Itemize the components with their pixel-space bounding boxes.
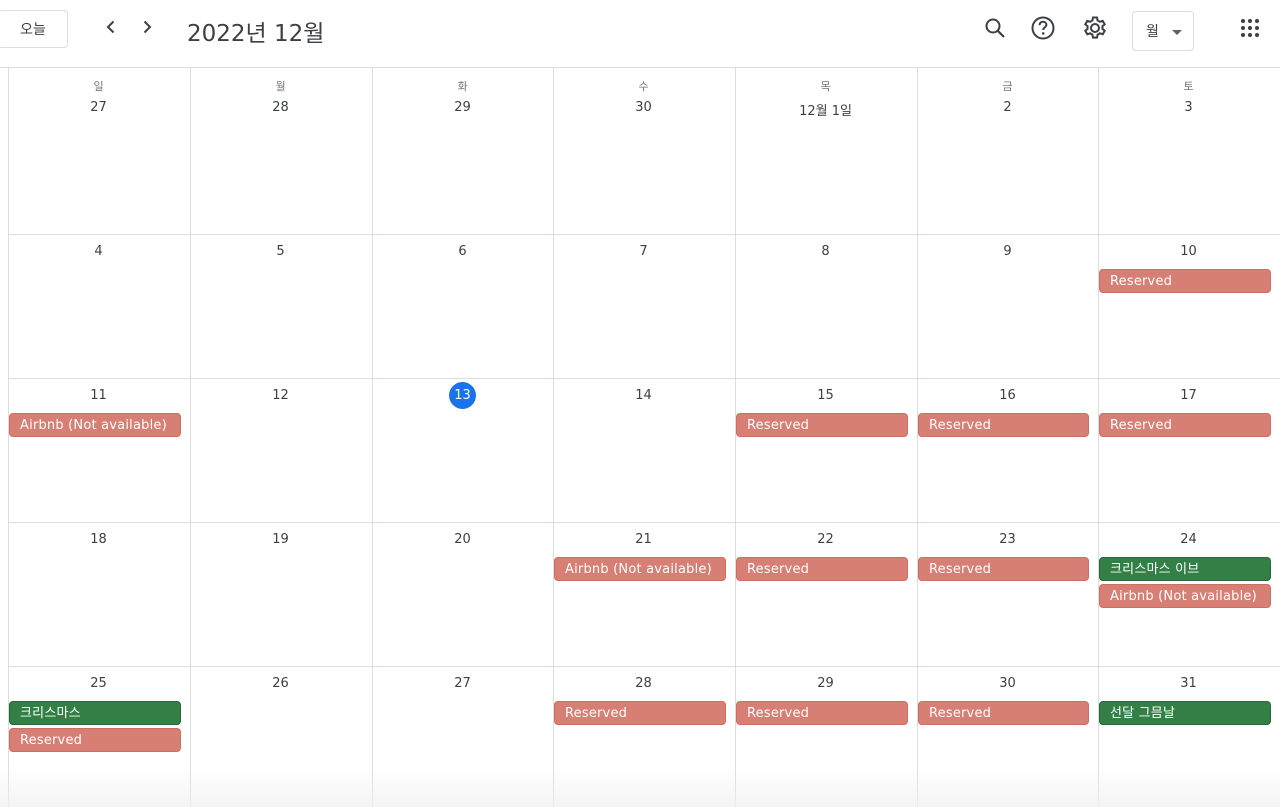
holiday-event-chip[interactable]: 크리스마스 이브 bbox=[1099, 557, 1271, 581]
date-number[interactable]: 29 bbox=[735, 676, 916, 691]
date-number[interactable]: 26 bbox=[190, 676, 371, 691]
reserved-event-chip[interactable]: Airbnb (Not available) bbox=[554, 557, 726, 581]
day-cell[interactable] bbox=[8, 68, 190, 234]
caret-down-icon bbox=[1172, 30, 1182, 35]
settings-button[interactable] bbox=[1077, 12, 1113, 48]
date-number[interactable]: 4 bbox=[8, 244, 189, 259]
apps-grid-icon bbox=[1240, 18, 1260, 42]
date-number[interactable]: 24 bbox=[1098, 532, 1279, 547]
reserved-event-chip[interactable]: Reserved bbox=[918, 557, 1089, 581]
date-number[interactable]: 29 bbox=[372, 100, 553, 115]
date-number[interactable]: 6 bbox=[372, 244, 553, 259]
next-month-button[interactable] bbox=[132, 14, 162, 44]
view-switcher-dropdown[interactable]: 월 bbox=[1132, 11, 1194, 51]
date-number[interactable]: 3 bbox=[1098, 100, 1279, 115]
date-number[interactable]: 23 bbox=[917, 532, 1098, 547]
reserved-event-chip[interactable]: Reserved bbox=[1099, 269, 1271, 293]
date-number[interactable]: 12 bbox=[190, 388, 371, 403]
reserved-event-chip[interactable]: Reserved bbox=[918, 413, 1089, 437]
date-number[interactable]: 10 bbox=[1098, 244, 1279, 259]
date-number[interactable]: 14 bbox=[553, 388, 734, 403]
today-button-label: 오늘 bbox=[20, 22, 46, 38]
chevron-left-icon bbox=[101, 17, 121, 41]
search-icon bbox=[983, 16, 1007, 44]
day-cell[interactable] bbox=[917, 68, 1098, 234]
date-number[interactable]: 28 bbox=[190, 100, 371, 115]
holiday-event-chip[interactable]: 선달 그믐날 bbox=[1099, 701, 1271, 725]
apps-button[interactable] bbox=[1232, 12, 1268, 48]
day-cell[interactable] bbox=[372, 68, 553, 234]
reserved-event-chip[interactable]: Reserved bbox=[736, 557, 908, 581]
reserved-event-chip[interactable]: Reserved bbox=[736, 413, 908, 437]
view-switcher-label: 월 bbox=[1146, 24, 1159, 40]
reserved-event-chip[interactable]: Reserved bbox=[9, 728, 181, 752]
date-number[interactable]: 17 bbox=[1098, 388, 1279, 403]
help-button[interactable] bbox=[1025, 12, 1061, 48]
day-cell[interactable] bbox=[735, 68, 917, 234]
reserved-event-chip[interactable]: Reserved bbox=[1099, 413, 1271, 437]
date-number[interactable]: 21 bbox=[553, 532, 734, 547]
previous-month-button[interactable] bbox=[96, 14, 126, 44]
date-number[interactable]: 16 bbox=[917, 388, 1098, 403]
date-number[interactable]: 8 bbox=[735, 244, 916, 259]
month-grid: 일 월 화 수 목 금 토 27 28 29 30 12월 1일 2 3 4 5 6 7 8 9 10 11 12 13 14 1… bbox=[0, 68, 1280, 807]
date-number[interactable]: 30 bbox=[553, 100, 734, 115]
date-number[interactable]: 27 bbox=[372, 676, 553, 691]
date-number[interactable]: 9 bbox=[917, 244, 1098, 259]
date-number[interactable]: 20 bbox=[372, 532, 553, 547]
date-number[interactable]: 5 bbox=[190, 244, 371, 259]
page-title: 2022년 12월 bbox=[187, 21, 325, 47]
date-number[interactable]: 2 bbox=[917, 100, 1098, 115]
today-button[interactable]: 오늘 bbox=[0, 10, 68, 48]
date-number[interactable]: 7 bbox=[553, 244, 734, 259]
date-number[interactable]: 11 bbox=[8, 388, 189, 403]
date-number[interactable]: 27 bbox=[8, 100, 189, 115]
date-number[interactable]: 30 bbox=[917, 676, 1098, 691]
date-number[interactable]: 22 bbox=[735, 532, 916, 547]
date-number[interactable]: 19 bbox=[190, 532, 371, 547]
day-cell[interactable] bbox=[553, 68, 735, 234]
reserved-event-chip[interactable]: Airbnb (Not available) bbox=[9, 413, 181, 437]
chevron-right-icon bbox=[137, 17, 157, 41]
search-button[interactable] bbox=[977, 12, 1013, 48]
gear-icon bbox=[1082, 15, 1108, 45]
reserved-event-chip[interactable]: Reserved bbox=[736, 701, 908, 725]
date-number[interactable]: 28 bbox=[553, 676, 734, 691]
date-number[interactable]: 25 bbox=[8, 676, 189, 691]
top-app-bar: 오늘 2022년 12월 월 bbox=[0, 0, 1280, 68]
date-number[interactable]: 15 bbox=[735, 388, 916, 403]
help-icon bbox=[1030, 15, 1056, 45]
day-cell[interactable] bbox=[1098, 68, 1280, 234]
date-number[interactable]: 31 bbox=[1098, 676, 1279, 691]
day-cell[interactable] bbox=[190, 68, 372, 234]
holiday-event-chip[interactable]: 크리스마스 bbox=[9, 701, 181, 725]
date-number[interactable]: 12월 1일 bbox=[735, 100, 916, 119]
today-date-number[interactable]: 13 bbox=[449, 382, 476, 409]
reserved-event-chip[interactable]: Reserved bbox=[918, 701, 1089, 725]
date-number[interactable]: 18 bbox=[8, 532, 189, 547]
reserved-event-chip[interactable]: Reserved bbox=[554, 701, 726, 725]
reserved-event-chip[interactable]: Airbnb (Not available) bbox=[1099, 584, 1271, 608]
